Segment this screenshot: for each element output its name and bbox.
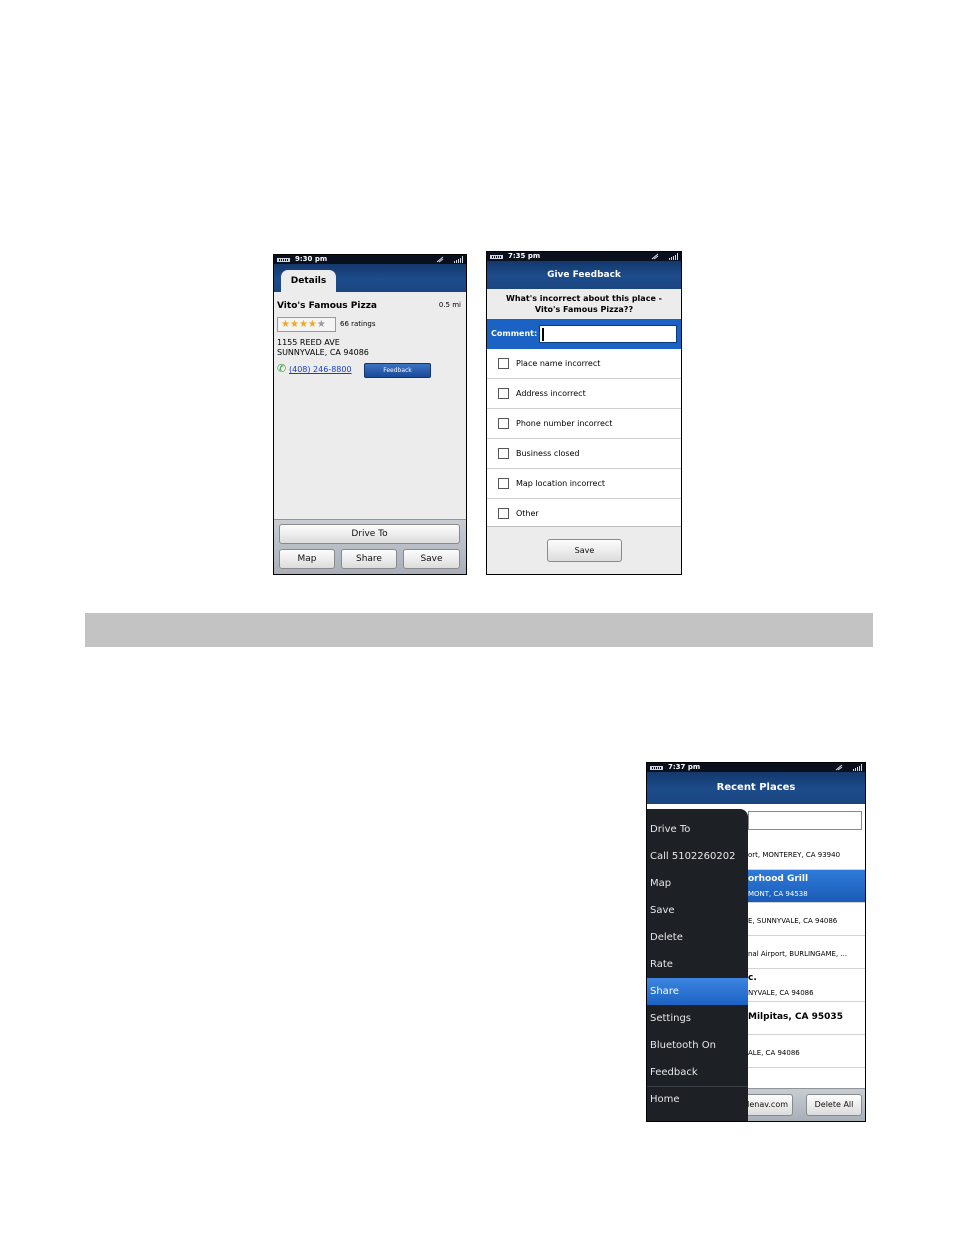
star-icon: ★ xyxy=(289,318,299,330)
context-menu: Drive To Call 5102260202 Map Save Delete Rate… xyxy=(647,809,748,1121)
status-bar: 9:30 pm xyxy=(274,255,466,264)
place-address: E, SUNNYVALE, CA 94086 xyxy=(748,917,838,925)
place-address: ALE, CA 94086 xyxy=(748,1049,800,1057)
place-address: ort, MONTEREY, CA 93940 xyxy=(748,851,841,859)
signal-icon xyxy=(853,764,862,771)
battery-icon xyxy=(650,765,663,770)
phone-link[interactable]: (408) 246-8800 xyxy=(289,365,352,374)
status-time: 7:37 pm xyxy=(668,763,701,771)
question-line-1: What's incorrect about this place - xyxy=(506,294,662,303)
checkbox[interactable] xyxy=(498,448,509,459)
signal-icon xyxy=(669,253,678,260)
checkbox[interactable] xyxy=(498,388,509,399)
comment-row: Comment: xyxy=(487,319,681,349)
feedback-option[interactable]: Map location incorrect xyxy=(487,469,681,499)
ratings-count: 66 ratings xyxy=(340,320,376,328)
signal-icon xyxy=(454,256,463,263)
menu-item-call-5102260202[interactable]: Call 5102260202 xyxy=(647,843,748,870)
tab-details[interactable]: Details xyxy=(281,270,336,292)
place-address: nal Airport, BURLINGAME, ... xyxy=(748,950,848,958)
option-label: Other xyxy=(516,509,539,518)
place-title: Milpitas, CA 95035 xyxy=(748,1012,843,1022)
place-title: orhood Grill xyxy=(748,874,809,884)
action-bar: Drive To Map Share Save xyxy=(274,519,466,574)
menu-item-home[interactable]: Home xyxy=(647,1086,748,1113)
comment-input[interactable] xyxy=(539,325,677,343)
status-time: 9:30 pm xyxy=(295,255,328,263)
page-title: Give Feedback xyxy=(487,261,681,289)
feedback-option[interactable]: Phone number incorrect xyxy=(487,409,681,439)
option-label: Address incorrect xyxy=(516,389,586,398)
drive-to-button[interactable]: Drive To xyxy=(279,524,460,544)
place-name: Vito's Famous Pizza xyxy=(277,301,378,311)
comment-label: Comment: xyxy=(491,329,538,338)
status-time: 7:35 pm xyxy=(508,252,541,260)
page-title: Recent Places xyxy=(647,772,865,804)
feedback-question: What's incorrect about this place - Vito… xyxy=(487,289,681,319)
map-button[interactable]: Map xyxy=(279,549,335,569)
menu-item-delete[interactable]: Delete xyxy=(647,924,748,951)
wifi-icon xyxy=(651,253,659,260)
feedback-option[interactable]: Address incorrect xyxy=(487,379,681,409)
text-caret xyxy=(542,328,544,341)
star-icon: ★ xyxy=(307,318,317,330)
checkbox[interactable] xyxy=(498,358,509,369)
option-label: Phone number incorrect xyxy=(516,419,613,428)
checkbox[interactable] xyxy=(498,478,509,489)
option-label: Map location incorrect xyxy=(516,479,606,488)
menu-item-settings[interactable]: Settings xyxy=(647,1005,748,1032)
address-line-1: 1155 REED AVE xyxy=(277,338,340,347)
menu-item-save[interactable]: Save xyxy=(647,897,748,924)
details-screen: 9:30 pm Details Vito's Famous Pizza 0.5 … xyxy=(273,254,467,575)
status-bar: 7:37 pm xyxy=(647,763,865,772)
wifi-icon xyxy=(436,256,444,263)
place-title: c. xyxy=(748,973,757,983)
address-line-2: SUNNYVALE, CA 94086 xyxy=(277,348,369,357)
star-icon: ★ xyxy=(298,318,308,330)
recent-places-screen: 7:37 pm Recent Places ort, MONTEREY, CA … xyxy=(646,762,866,1122)
feedback-option[interactable]: Place name incorrect xyxy=(487,349,681,379)
feedback-option[interactable]: Other xyxy=(487,499,681,529)
checkbox[interactable] xyxy=(498,418,509,429)
question-line-2: Vito's Famous Pizza?? xyxy=(534,305,634,314)
menu-item-share[interactable]: Share xyxy=(647,978,748,1005)
place-distance: 0.5 mi xyxy=(438,301,461,309)
menu-item-feedback[interactable]: Feedback xyxy=(647,1059,748,1086)
place-address: MONT, CA 94538 xyxy=(748,890,808,898)
save-button[interactable]: Save xyxy=(547,539,622,562)
battery-icon xyxy=(277,257,290,262)
star-icon: ★ xyxy=(281,318,290,330)
menu-item-rate[interactable]: Rate xyxy=(647,951,748,978)
option-label: Business closed xyxy=(516,449,580,458)
menu-item-drive-to[interactable]: Drive To xyxy=(647,816,748,843)
star-icon: ★ xyxy=(316,318,326,330)
feedback-footer: Save xyxy=(487,526,681,574)
place-address: 1155 REED AVE SUNNYVALE, CA 94086 xyxy=(277,338,369,358)
share-button[interactable]: Share xyxy=(341,549,397,569)
delete-all-button[interactable]: Delete All xyxy=(806,1094,862,1116)
phone-icon: ✆ xyxy=(277,362,287,375)
wifi-icon xyxy=(835,764,843,771)
menu-item-map[interactable]: Map xyxy=(647,870,748,897)
details-header: Details xyxy=(274,264,466,292)
search-input[interactable] xyxy=(748,811,862,830)
checkbox[interactable] xyxy=(498,508,509,519)
status-bar: 7:35 pm xyxy=(487,252,681,261)
rating-stars[interactable]: ★ ★ ★ ★ ★ xyxy=(277,317,336,332)
feedback-button[interactable]: Feedback xyxy=(364,363,431,378)
battery-icon xyxy=(490,254,503,259)
feedback-screen: 7:35 pm Give Feedback What's incorrect a… xyxy=(486,251,682,575)
save-button[interactable]: Save xyxy=(403,549,460,569)
option-label: Place name incorrect xyxy=(516,359,601,368)
section-divider xyxy=(85,613,873,647)
place-address: NYVALE, CA 94086 xyxy=(748,989,814,997)
feedback-option[interactable]: Business closed xyxy=(487,439,681,469)
menu-item-bluetooth-on[interactable]: Bluetooth On xyxy=(647,1032,748,1059)
